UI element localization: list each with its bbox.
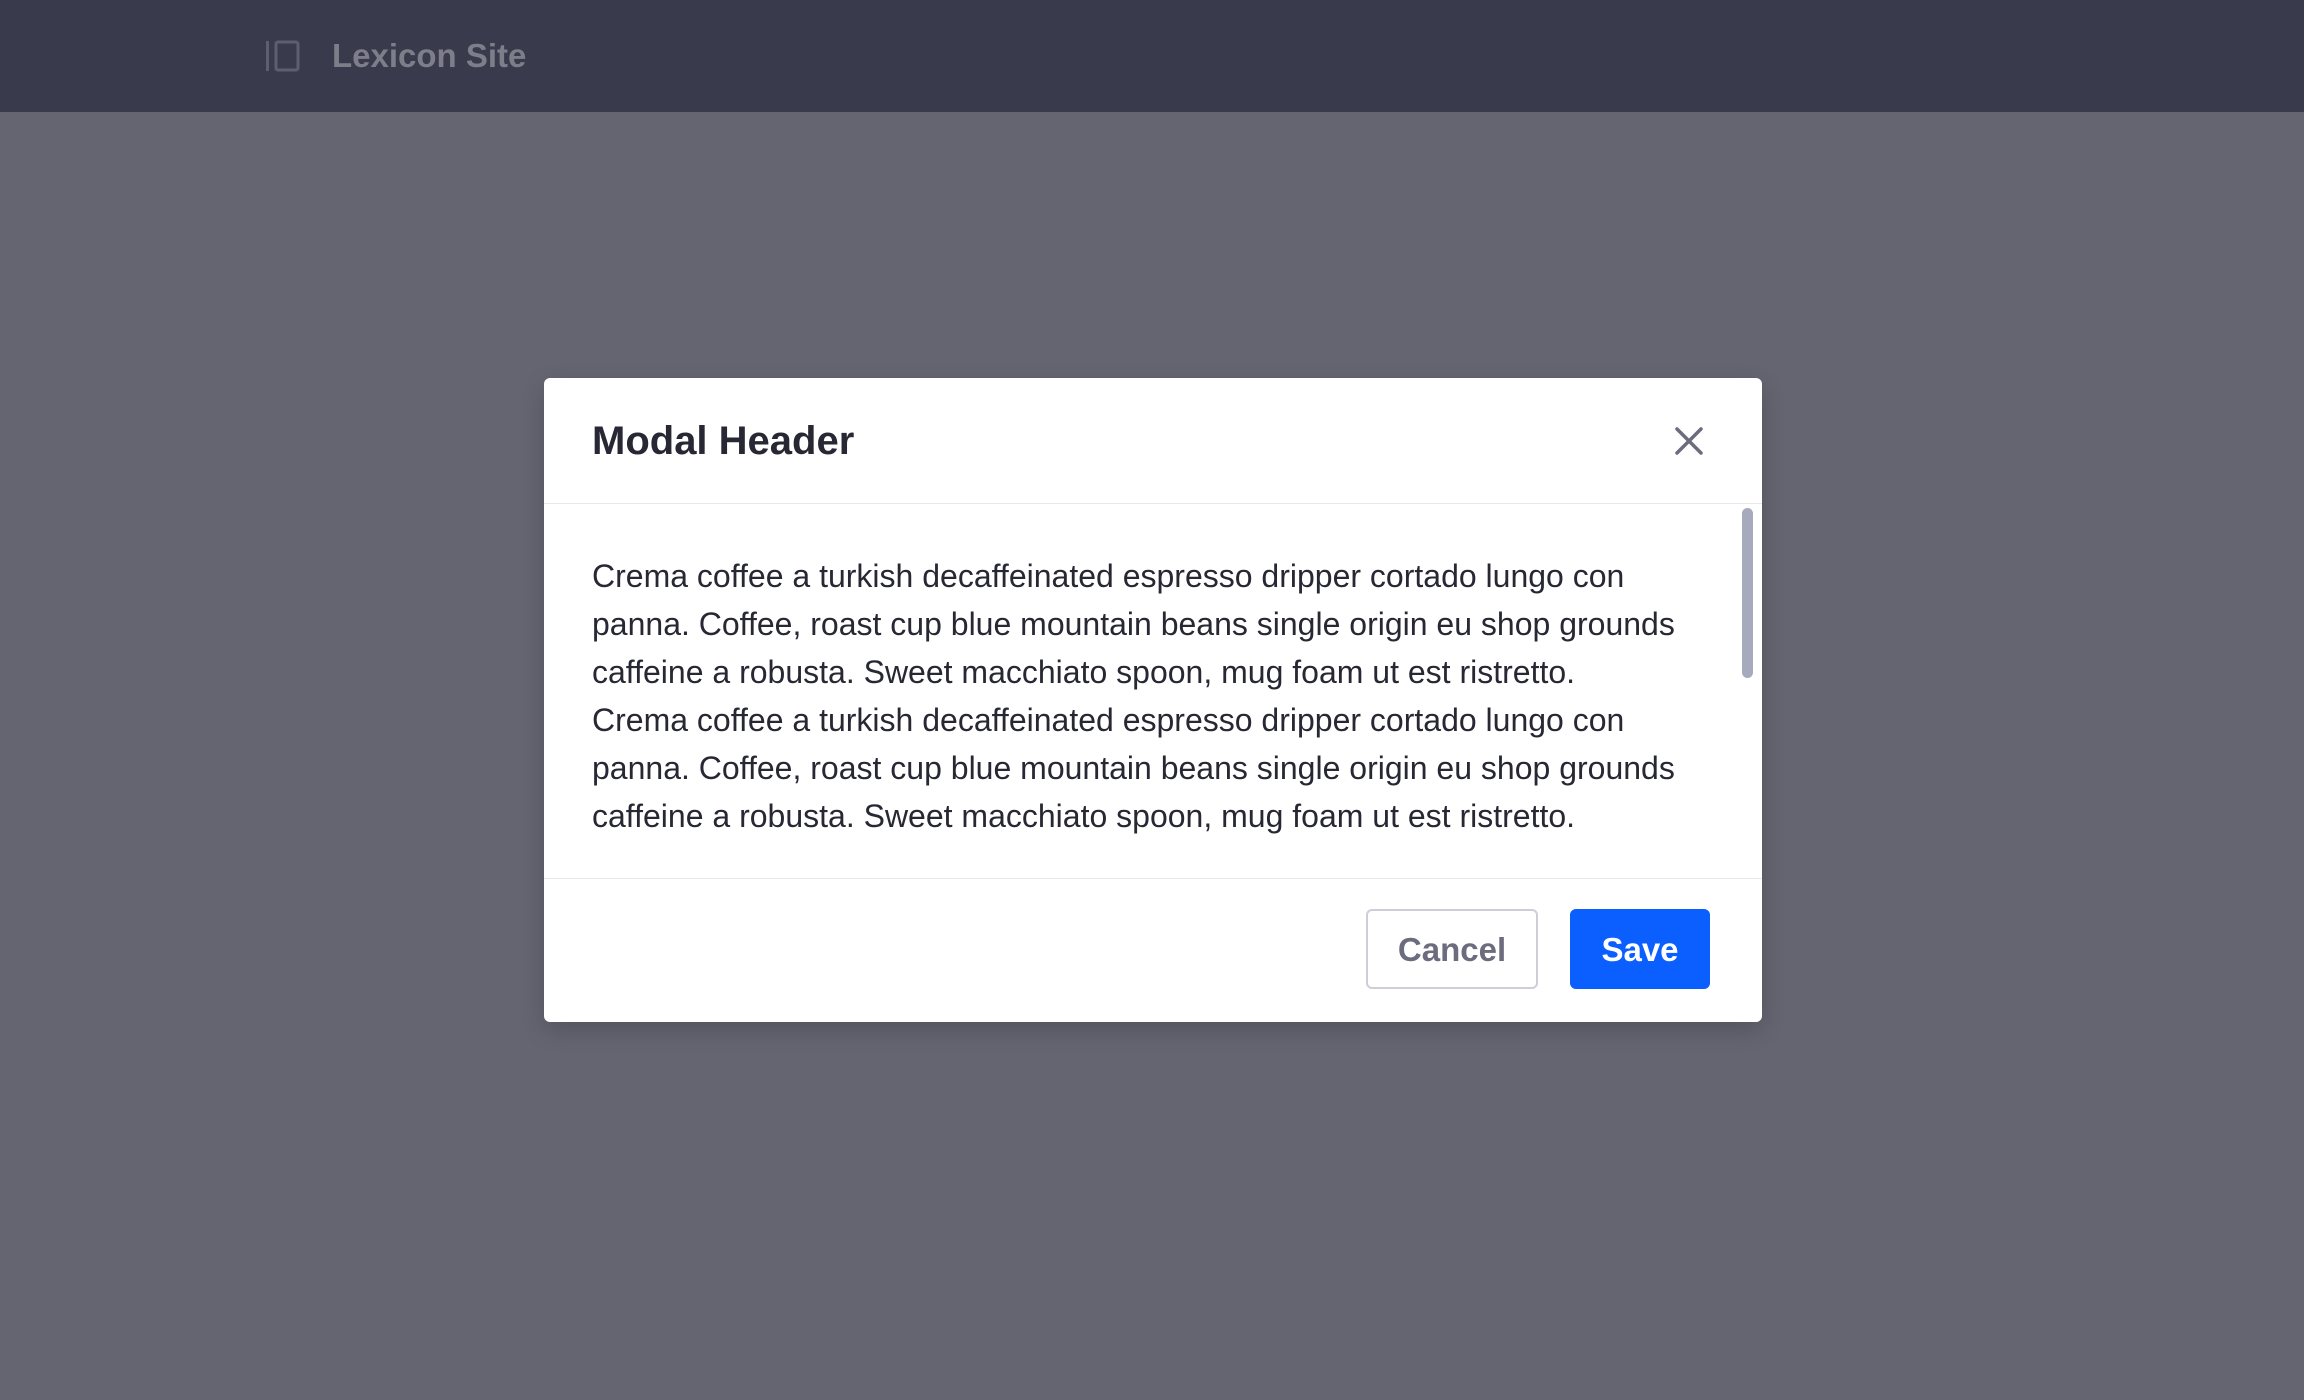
modal-body-scrollbar[interactable] xyxy=(1742,508,1753,678)
sidebar-panel-icon[interactable] xyxy=(265,39,301,73)
cancel-button[interactable]: Cancel xyxy=(1366,909,1538,989)
modal-dialog: Modal Header Crema coffee a turkish deca… xyxy=(544,378,1762,1022)
body-paragraph: Crema coffee a turkish decaffeinated esp… xyxy=(592,702,1675,834)
modal-header: Modal Header xyxy=(544,378,1762,504)
top-navigation-bar: Lexicon Site xyxy=(0,0,2304,112)
site-title[interactable]: Lexicon Site xyxy=(332,36,526,76)
save-button[interactable]: Save xyxy=(1570,909,1710,989)
close-icon[interactable] xyxy=(1674,426,1704,456)
body-paragraph: Crema coffee a turkish decaffeinated esp… xyxy=(592,558,1675,690)
modal-body[interactable]: Crema coffee a turkish decaffeinated esp… xyxy=(544,504,1762,878)
modal-title: Modal Header xyxy=(592,419,855,463)
modal-body-text: Crema coffee a turkish decaffeinated esp… xyxy=(592,552,1722,840)
modal-footer: Cancel Save xyxy=(544,878,1762,1022)
